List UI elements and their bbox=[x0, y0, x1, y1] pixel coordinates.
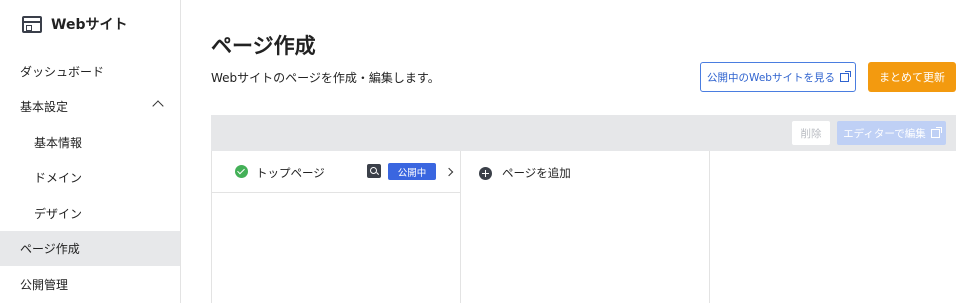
edit-in-editor-label: エディターで編集 bbox=[843, 127, 926, 140]
sidebar-item-publish-management[interactable]: 公開管理 bbox=[0, 267, 180, 302]
page-description: Webサイトのページを作成・編集します。 bbox=[211, 71, 440, 85]
sidebar-item-label: ダッシュボード bbox=[20, 65, 105, 79]
search-icon[interactable] bbox=[367, 164, 381, 178]
chevron-right-icon[interactable] bbox=[444, 167, 454, 177]
sidebar-item-label: ページ作成 bbox=[20, 242, 80, 256]
external-link-icon bbox=[930, 126, 942, 138]
sidebar-item-domain[interactable]: ドメイン bbox=[0, 160, 180, 195]
sidebar-item-page-creation[interactable]: ページ作成 bbox=[0, 231, 180, 266]
edit-in-editor-button[interactable]: エディターで編集 bbox=[837, 121, 946, 145]
add-page-label: ページを追加 bbox=[502, 166, 571, 180]
brand-title: Webサイト bbox=[51, 17, 128, 33]
plus-circle-icon bbox=[479, 166, 492, 180]
sidebar-item-basic-settings[interactable]: 基本設定 bbox=[0, 89, 180, 124]
page-title: ページ作成 bbox=[211, 34, 316, 58]
check-circle-icon bbox=[235, 165, 248, 178]
sidebar: Webサイト ダッシュボード 基本設定 基本情報 ドメイン デザイン ページ作成… bbox=[0, 0, 181, 303]
page-column-2: ページを追加 bbox=[461, 151, 710, 303]
view-live-site-button[interactable]: 公開中のWebサイトを見る bbox=[700, 62, 856, 92]
sidebar-item-basic-info[interactable]: 基本情報 bbox=[0, 125, 180, 160]
view-live-site-label: 公開中のWebサイトを見る bbox=[707, 71, 835, 84]
browser-window-icon bbox=[22, 15, 42, 33]
chevron-up-icon bbox=[152, 100, 164, 112]
status-badge: 公開中 bbox=[388, 163, 436, 180]
bulk-update-button[interactable]: まとめて更新 bbox=[868, 62, 956, 92]
external-link-icon bbox=[839, 70, 851, 82]
sidebar-item-label: 基本設定 bbox=[20, 100, 69, 114]
delete-button[interactable]: 削除 bbox=[792, 121, 830, 145]
sidebar-item-label: ドメイン bbox=[34, 171, 83, 185]
page-tree-columns: トップページ 公開中 ページを追加 bbox=[211, 151, 956, 303]
delete-label: 削除 bbox=[800, 127, 822, 140]
page-column-3 bbox=[710, 151, 957, 303]
bulk-update-label: まとめて更新 bbox=[879, 71, 945, 84]
sidebar-item-dashboard[interactable]: ダッシュボード bbox=[0, 54, 180, 89]
page-name: トップページ bbox=[256, 166, 325, 180]
page-list-item-top[interactable]: トップページ 公開中 bbox=[212, 151, 460, 193]
sidebar-item-label: 公開管理 bbox=[20, 278, 69, 292]
page-column-1: トップページ 公開中 bbox=[212, 151, 461, 303]
brand[interactable]: Webサイト bbox=[22, 14, 127, 34]
add-page-button[interactable]: ページを追加 bbox=[479, 165, 571, 181]
sidebar-item-label: 基本情報 bbox=[34, 136, 83, 150]
sidebar-item-design[interactable]: デザイン bbox=[0, 196, 180, 231]
sidebar-item-label: デザイン bbox=[34, 207, 83, 221]
